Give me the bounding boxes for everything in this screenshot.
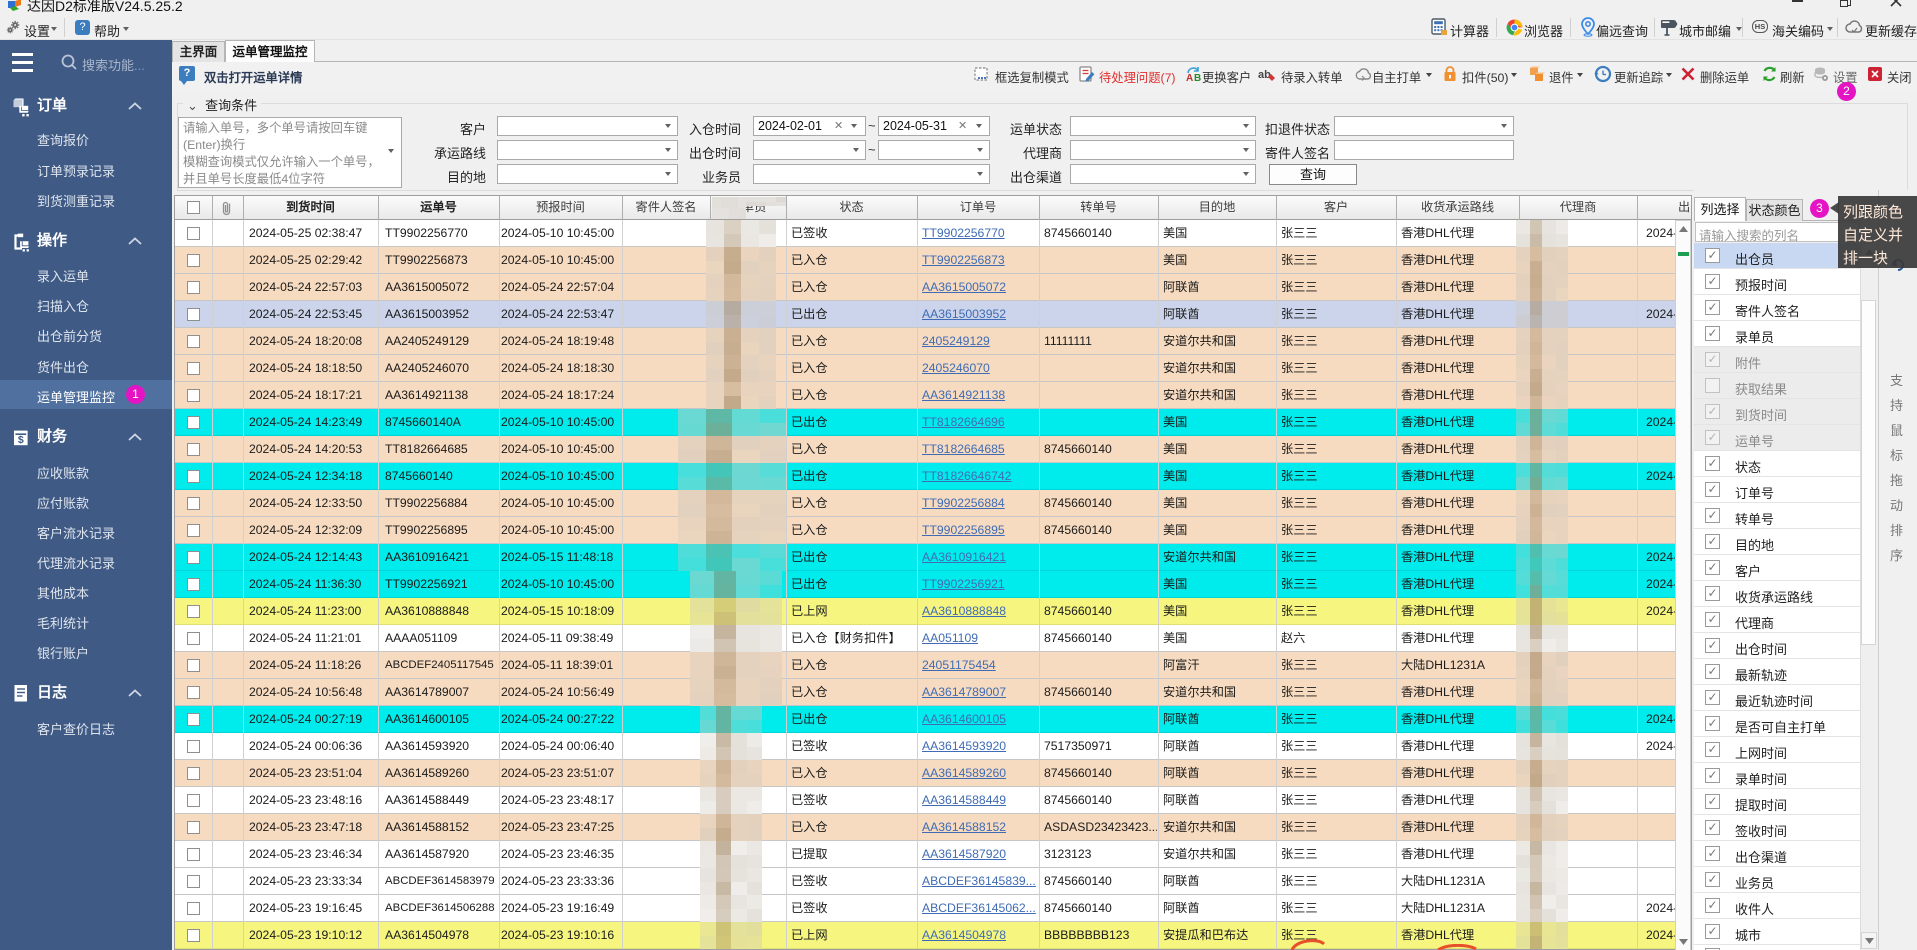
svg-text:A: A bbox=[1186, 73, 1193, 83]
svg-text:B: B bbox=[1194, 73, 1201, 83]
svg-text:$: $ bbox=[18, 434, 24, 446]
svg-text:ab: ab bbox=[1258, 69, 1271, 81]
